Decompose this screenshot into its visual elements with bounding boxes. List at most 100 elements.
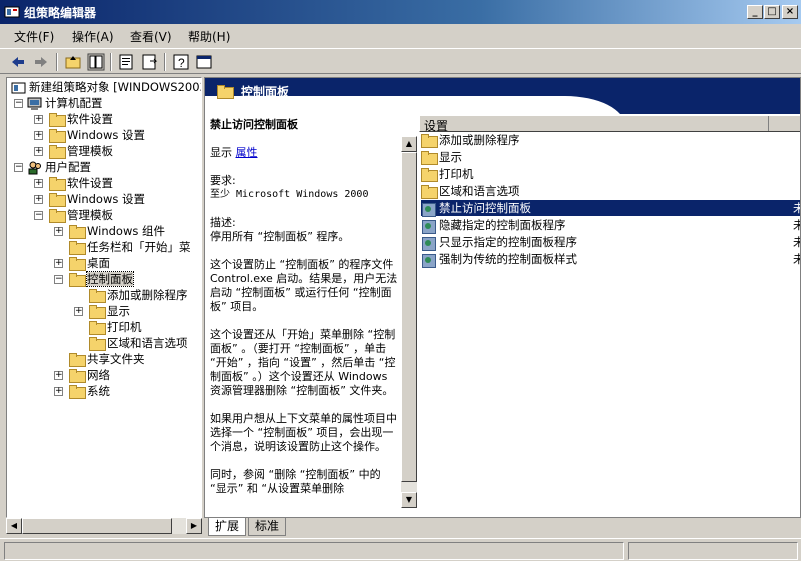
tab-extended[interactable]: 扩展 [208,518,247,536]
tree-system[interactable]: 系统 [69,383,110,399]
collapse-icon[interactable]: − [14,99,23,108]
list-item[interactable]: 显示 [421,149,800,165]
users-icon [28,161,41,174]
list-header[interactable]: 设置 [419,115,800,133]
details-header-title: 控制面板 [241,85,290,99]
title-bar[interactable]: 组策略编辑器 _ □ × [0,0,801,24]
description-scrollbar[interactable]: ▲ ▼ [401,136,417,508]
scroll-right-icon[interactable]: ▶ [186,518,202,534]
status-bar [0,538,801,561]
list-item[interactable]: 打印机 [421,166,800,182]
tree-cp-regional[interactable]: 区域和语言选项 [89,335,188,351]
tree-cp-addremove[interactable]: 添加或删除程序 [89,287,188,303]
list-item[interactable]: 只显示指定的控制面板程序 未 [421,234,800,251]
expand-icon[interactable]: + [54,371,63,380]
folder-icon [421,151,438,165]
properties-link[interactable]: 属性 [236,146,258,159]
menu-file[interactable]: 文件(F) [14,28,54,45]
folder-icon [69,353,86,367]
menu-bar: 文件(F) 操作(A) 查看(V) 帮助(H) [0,26,801,46]
folder-icon [69,369,86,383]
menu-help[interactable]: 帮助(H) [188,28,230,45]
maximize-button[interactable]: □ [764,5,780,19]
tree-user-config[interactable]: 用户配置 [27,159,91,175]
folder-icon [49,145,66,159]
expand-icon[interactable]: + [34,195,43,204]
arrow-left-icon[interactable] [8,52,28,72]
expand-icon[interactable]: + [34,147,43,156]
policy-setting-icon [421,202,437,217]
tree-desktop[interactable]: 桌面 [69,255,110,271]
scroll-up-icon[interactable]: ▲ [401,136,417,152]
properties-icon[interactable] [117,52,137,72]
up-folder-icon[interactable] [63,52,83,72]
tree-cc-windows[interactable]: Windows 设置 [49,127,145,143]
folder-icon [69,257,86,271]
collapse-icon[interactable]: − [14,163,23,172]
expand-icon[interactable]: + [74,307,83,316]
close-button[interactable]: × [782,5,798,19]
expand-icon[interactable]: + [54,227,63,236]
list-item[interactable]: 隐藏指定的控制面板程序 未 [421,217,800,234]
tree-cc-admin[interactable]: 管理模板 [49,143,113,159]
list-item-selected[interactable]: 禁止访问控制面板 未 [421,200,800,217]
expand-icon[interactable]: + [54,387,63,396]
tree-uc-software[interactable]: 软件设置 [49,175,113,191]
tree-computer-config[interactable]: 计算机配置 [27,95,103,111]
tree-uc-admin[interactable]: 管理模板 [49,207,113,223]
list-item[interactable]: 区域和语言选项 [421,183,800,199]
tree-shared-folders[interactable]: 共享文件夹 [69,351,145,367]
tree-taskbar[interactable]: 任务栏和「开始」菜 [69,239,191,255]
scroll-down-icon[interactable]: ▼ [401,492,417,508]
folder-icon [217,84,234,99]
expand-icon[interactable]: + [54,259,63,268]
tab-standard[interactable]: 标准 [248,518,287,536]
show-hide-tree-icon[interactable] [86,52,106,72]
tree-windows-components[interactable]: Windows 组件 [69,223,165,239]
expand-icon[interactable]: + [34,115,43,124]
tree-root[interactable]: 新建组策略对象 [WINDOWS2003F [11,79,201,95]
description-para-4: 同时，参阅 “删除 “控制面板” 中的 “显示” 和 “从设置菜单删除 [210,468,381,495]
folder-icon [49,209,66,223]
tree-cp-display[interactable]: 显示 [89,303,130,319]
policy-setting-icon [421,253,437,268]
description-line: 停用所有 “控制面板” 程序。 [210,230,350,243]
collapse-icon[interactable]: − [54,275,63,284]
minimize-button[interactable]: _ [747,5,763,19]
column-divider[interactable] [768,116,770,131]
console-tree-icon[interactable] [194,52,214,72]
expand-icon[interactable]: + [34,179,43,188]
toolbar-separator [164,53,166,71]
view-tabs: 扩展 标准 [204,518,801,536]
scroll-left-icon[interactable]: ◀ [6,518,22,534]
menu-view[interactable]: 查看(V) [130,28,172,45]
folder-icon [69,225,86,239]
folder-icon [89,289,106,303]
list-item[interactable]: 强制为传统的控制面板样式 未 [421,251,800,268]
menu-action[interactable]: 操作(A) [72,28,114,45]
tree-horizontal-scrollbar[interactable]: ◀ ▶ [6,518,202,534]
tree-control-panel[interactable]: 控制面板 [69,271,134,287]
computer-icon [27,97,42,110]
policy-setting-icon [421,236,437,251]
help-icon[interactable]: ? [171,52,191,72]
group-policy-window: 组策略编辑器 _ □ × 文件(F) 操作(A) 查看(V) 帮助(H) ? 新… [0,0,801,561]
requirements-value: 至少 Microsoft Windows 2000 [210,189,369,200]
toolbar-separator [110,53,112,71]
list-item[interactable]: 添加或删除程序 [421,132,800,148]
tree-cc-software[interactable]: 软件设置 [49,111,113,127]
toolbar-separator [56,53,58,71]
tree-uc-windows[interactable]: Windows 设置 [49,191,145,207]
arrow-right-icon[interactable] [31,52,51,72]
collapse-icon[interactable]: − [34,211,43,220]
open-folder-icon [69,273,86,287]
settings-list: 设置 添加或删除程序 显示 打印机 区域和语言选项 禁止访问控制面板 未 隐藏指… [419,115,800,515]
scroll-thumb[interactable] [22,518,172,534]
expand-icon[interactable]: + [34,131,43,140]
tree-network[interactable]: 网络 [69,367,110,383]
scroll-thumb[interactable] [401,152,417,482]
tree-cp-printers[interactable]: 打印机 [89,319,142,335]
export-list-icon[interactable] [140,52,160,72]
window-title: 组策略编辑器 [24,6,97,20]
folder-icon [49,177,66,191]
